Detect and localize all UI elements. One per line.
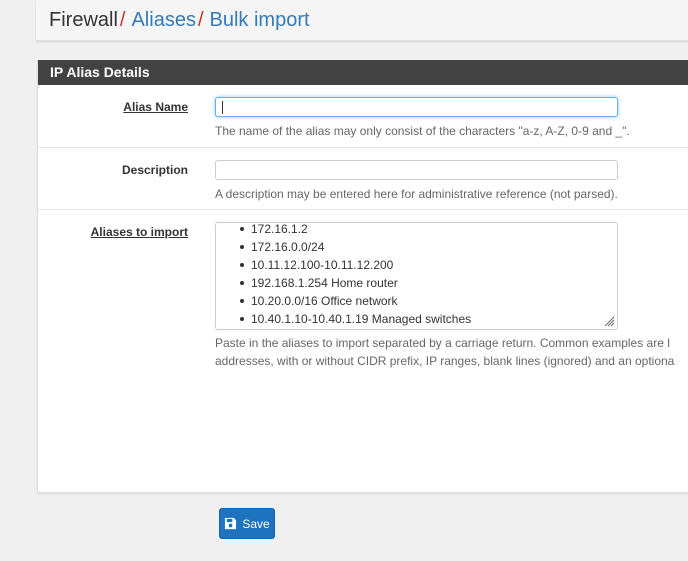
breadcrumb-bar: Firewall / Aliases / Bulk import: [36, 0, 688, 41]
list-item: 10.40.1.10-10.40.1.19 Managed switches: [240, 310, 472, 328]
alias-name-row: Alias Name The name of the alias may onl…: [38, 85, 688, 148]
description-label: Description: [121, 163, 188, 177]
list-item: 192.168.1.254 Home router: [240, 274, 471, 292]
breadcrumb: Firewall / Aliases / Bulk import: [49, 9, 310, 31]
text-cursor: [222, 101, 223, 114]
panel-title: IP Alias Details: [38, 60, 688, 85]
bullet-icon: [240, 317, 244, 321]
example-text: 10.20.0.0/16 Office network: [251, 294, 398, 308]
breadcrumb-bulk-import-link[interactable]: Bulk import: [210, 9, 310, 31]
example-text: 172.16.0.0/24: [251, 240, 325, 254]
aliases-to-import-label: Aliases to import: [90, 225, 188, 239]
example-text: 192.168.1.254 Home router: [251, 276, 398, 290]
description-help: A description may be entered here for ad…: [215, 187, 618, 201]
save-icon: [225, 517, 237, 530]
example-text: 172.16.1.2: [251, 222, 308, 236]
breadcrumb-aliases-link[interactable]: Aliases: [131, 9, 195, 31]
import-examples-list: 172.16.1.2 172.16.0.0/24 10.11.12.100-10…: [240, 220, 472, 328]
example-text: 10.11.12.100-10.11.12.200: [251, 258, 394, 272]
bullet-icon: [240, 263, 244, 267]
ip-alias-details-panel: IP Alias Details Alias Name The name of …: [37, 60, 688, 493]
description-input[interactable]: [215, 160, 618, 180]
alias-name-help: The name of the alias may only consist o…: [215, 124, 630, 138]
list-item: 172.16.1.2: [240, 220, 471, 238]
alias-name-input[interactable]: [215, 97, 618, 117]
breadcrumb-firewall: Firewall: [49, 9, 118, 31]
description-row: Description A description may be entered…: [38, 148, 688, 210]
bullet-icon: [240, 281, 244, 285]
list-item: 10.11.12.100-10.11.12.200: [240, 256, 471, 274]
list-item: 10.20.0.0/16 Office network: [240, 292, 471, 310]
bullet-icon: [240, 245, 244, 249]
resize-grip-icon[interactable]: [603, 315, 615, 327]
save-button-label: Save: [242, 516, 270, 531]
aliases-help-line-2: addresses, with or without CIDR prefix, …: [215, 354, 675, 368]
example-text: 10.40.1.10-10.40.1.19 Managed switches: [251, 312, 472, 326]
bullet-icon: [240, 299, 244, 303]
alias-name-label: Alias Name: [123, 100, 188, 114]
bullet-icon: [240, 227, 244, 231]
breadcrumb-separator: /: [119, 9, 126, 31]
aliases-help-line-1: Paste in the aliases to import separated…: [215, 336, 670, 350]
breadcrumb-separator: /: [197, 9, 204, 31]
list-item: 172.16.0.0/24: [240, 238, 471, 256]
save-button[interactable]: Save: [219, 508, 275, 539]
